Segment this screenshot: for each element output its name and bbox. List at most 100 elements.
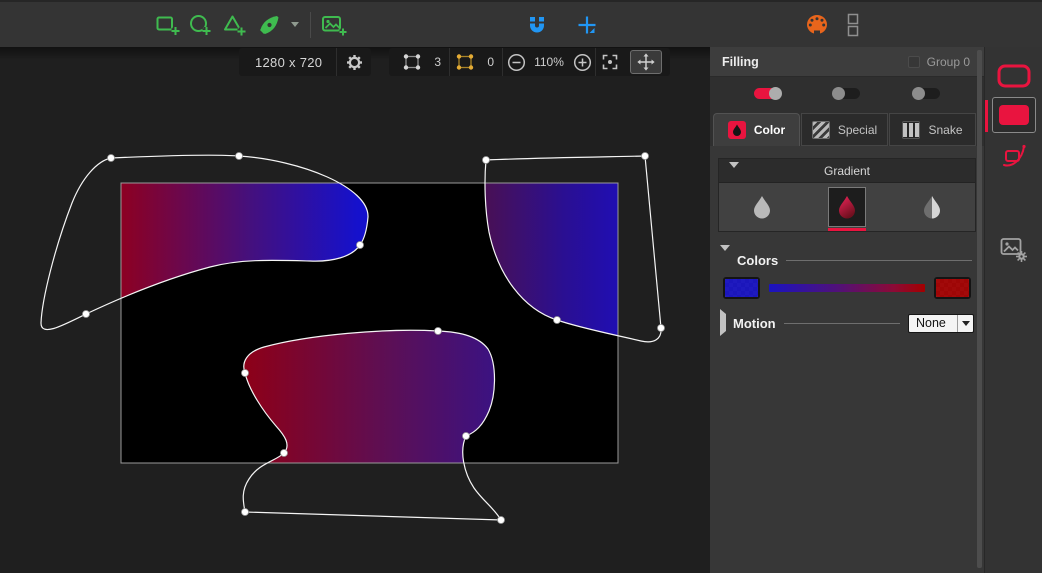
selected-indicator [985, 100, 988, 132]
ellipse-add-icon [190, 14, 211, 35]
gradient-start-swatch[interactable] [723, 277, 760, 299]
draw-ellipse-button[interactable] [184, 9, 218, 41]
pattern-fill-option[interactable] [913, 183, 951, 231]
rectangle-add-icon [156, 16, 180, 35]
group-field: Group 0 [907, 54, 984, 69]
gradient-preview-bar[interactable] [769, 284, 925, 292]
selected-underline [827, 228, 866, 231]
fill-option-toggle-3[interactable] [911, 87, 940, 100]
motion-dropdown[interactable]: None [908, 313, 974, 333]
bounding-box-icon [403, 54, 421, 70]
expand-button[interactable] [720, 309, 726, 336]
pen-tool-dropdown-button[interactable] [286, 9, 304, 41]
tab-snake-label: Snake [928, 122, 963, 137]
palette-button[interactable] [800, 9, 834, 41]
chevron-right-icon [720, 309, 726, 336]
draw-polygon-button[interactable] [218, 9, 252, 41]
section-rule [783, 322, 900, 324]
position-tool-button[interactable] [570, 9, 604, 41]
section-rule [786, 259, 972, 261]
panel-header: Filling Group 0 [710, 47, 984, 77]
pan-tool-button[interactable] [630, 50, 662, 74]
toggle-knob [911, 87, 925, 100]
gradient-groupbox-header: Gradient [719, 159, 975, 185]
tab-special-label: Special [837, 122, 878, 137]
gradient-style-options [719, 182, 975, 231]
gradient-end-swatch[interactable] [934, 277, 971, 299]
gradient-fill-option-selected[interactable] [827, 183, 866, 231]
selected-option-box [827, 187, 866, 227]
stroke-rectangle-icon [997, 64, 1030, 88]
fill-enable-toggle[interactable] [754, 87, 783, 100]
drawing-scene[interactable] [0, 47, 710, 573]
toolbar-separator [310, 11, 311, 38]
canvas-size-label: 1280 x 720 [255, 54, 323, 70]
canvas-size-bar: 1280 x 720 [239, 48, 372, 76]
tab-snake[interactable]: Snake [889, 113, 976, 146]
draw-tools-group [150, 2, 351, 47]
selection-bbox-icon [456, 54, 474, 70]
gradient-colors-row [723, 277, 971, 299]
shape-style-toolbar [984, 47, 1042, 573]
polygon-add-icon [224, 15, 246, 35]
pen-bezier-icon [259, 15, 279, 34]
tab-special[interactable]: Special [801, 113, 888, 146]
zoom-out-icon [507, 53, 525, 71]
group-checkbox[interactable] [907, 55, 920, 68]
canvas-settings-button[interactable] [337, 48, 371, 76]
color-droplet-icon [727, 121, 746, 139]
fill-option-toggle-2[interactable] [832, 87, 861, 100]
stroke-style-icon [1002, 144, 1026, 167]
path-nodes-count: 3 [434, 55, 441, 69]
appearance-tools-group [800, 2, 862, 47]
add-image-button[interactable] [317, 9, 351, 41]
fill-toggles-row [710, 77, 984, 110]
properties-panel: Filling Group 0 Color Special Snake Grad… [710, 47, 984, 573]
crosshair-add-icon [578, 16, 596, 33]
chevron-down-icon [720, 245, 730, 268]
fit-view-button[interactable] [596, 48, 624, 76]
panel-layout-button[interactable] [844, 9, 862, 41]
snap-magnet-button[interactable] [520, 9, 554, 41]
group-label: Group 0 [926, 54, 970, 69]
zoom-level-label: 110% [534, 55, 564, 69]
stroke-rectangle-button[interactable] [996, 63, 1032, 89]
canvas-area[interactable]: 1280 x 720 3 0 110% [0, 47, 710, 573]
tab-color-label: Color [753, 123, 786, 137]
solid-fill-option[interactable] [743, 183, 781, 231]
pattern-droplet-icon [924, 196, 941, 219]
gradient-section-title: Gradient [823, 163, 871, 178]
gradient-groupbox: Gradient [718, 158, 976, 232]
toggle-knob [769, 87, 783, 100]
tab-color[interactable]: Color [713, 113, 800, 146]
nodes-bbox-button[interactable] [397, 52, 425, 72]
image-settings-button[interactable] [999, 236, 1029, 263]
stroke-style-button[interactable] [1000, 142, 1028, 170]
color-tab-content: Gradient Colors Motion None [710, 146, 984, 573]
chevron-down-icon [291, 22, 299, 27]
draw-rectangle-button[interactable] [150, 9, 184, 41]
pen-tool-button[interactable] [252, 9, 286, 41]
panel-title: Filling [722, 54, 759, 69]
shape-bottom-fill [243, 330, 495, 463]
collapse-button[interactable] [729, 162, 739, 186]
fill-rectangle-button-selected[interactable] [991, 97, 1036, 133]
snap-tools-group [520, 2, 604, 47]
panel-scrollbar[interactable] [977, 50, 982, 568]
move-arrows-icon [637, 53, 655, 71]
palette-icon [807, 14, 827, 35]
collapse-button[interactable] [720, 245, 730, 269]
motion-dropdown-value: None [916, 316, 946, 330]
application-window: 1280 x 720 3 0 110% Filling Group 0 Colo… [0, 0, 1042, 573]
zoom-out-button[interactable] [503, 48, 529, 76]
dropdown-arrow-button[interactable] [957, 314, 973, 332]
selected-nodes-count: 0 [487, 55, 494, 69]
zoom-in-button[interactable] [569, 48, 595, 76]
image-add-icon [322, 15, 347, 35]
start-color-tint [725, 279, 758, 297]
gear-icon [346, 54, 362, 70]
colors-section-header: Colors [720, 245, 974, 269]
magnet-icon [530, 16, 544, 32]
selected-nodes-button[interactable] [450, 52, 478, 72]
fill-rectangle-icon [998, 105, 1029, 125]
